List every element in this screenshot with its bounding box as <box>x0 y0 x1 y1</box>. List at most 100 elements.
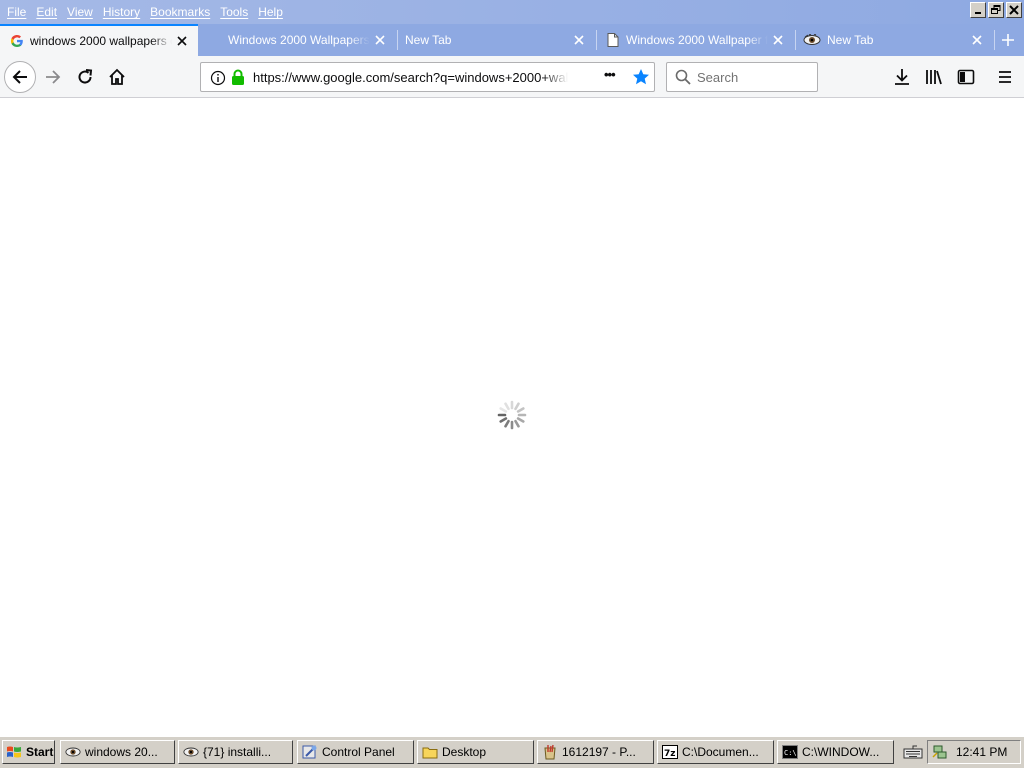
close-icon <box>1009 5 1019 15</box>
forward-button[interactable] <box>39 63 67 91</box>
menu-view[interactable]: View <box>62 5 98 19</box>
tab-close-button[interactable] <box>569 30 589 50</box>
eye-icon <box>803 33 821 47</box>
tab-title: Windows 2000 Wallpaper fr <box>626 33 768 47</box>
tab-strip: windows 2000 wallpapers dl Windows 2000 … <box>0 24 1024 56</box>
taskbar-button-desktop[interactable]: Desktop <box>417 740 534 764</box>
close-icon <box>972 35 982 45</box>
tab-new-tab-2[interactable]: New Tab <box>795 24 993 56</box>
control-panel-icon <box>302 744 318 760</box>
reload-button[interactable] <box>71 63 99 91</box>
taskbar-button-cmd[interactable]: C:\ C:\WINDOW... <box>777 740 894 764</box>
taskbar-button-label: C:\Documen... <box>682 745 759 759</box>
start-label: Start <box>26 745 54 759</box>
search-input[interactable]: Search <box>697 70 738 85</box>
url-text[interactable]: https://www.google.com/search?q=windows+… <box>253 70 568 85</box>
paint-icon <box>542 744 558 760</box>
lock-icon[interactable] <box>231 69 245 91</box>
windows-logo-icon <box>6 744 22 760</box>
taskbar-button-firefox-1[interactable]: windows 20... <box>60 740 175 764</box>
page-icon <box>606 33 620 47</box>
menu-tools[interactable]: Tools <box>215 5 253 19</box>
taskbar-button-7zip[interactable]: 7z C:\Documen... <box>657 740 774 764</box>
network-icon[interactable] <box>932 744 948 760</box>
tab-windows-2000-wallpaper-free[interactable]: Windows 2000 Wallpaper fr <box>596 24 794 56</box>
library-button[interactable] <box>920 63 948 91</box>
restore-icon <box>991 5 1001 14</box>
eye-icon <box>65 744 81 760</box>
page-content <box>0 98 1024 736</box>
tab-close-button[interactable] <box>370 30 390 50</box>
folder-icon <box>422 744 438 760</box>
close-icon <box>574 35 584 45</box>
menu-help[interactable]: Help <box>253 5 288 19</box>
taskbar: Start windows 20... {71} installi... Con… <box>0 736 1024 768</box>
eye-icon <box>183 744 199 760</box>
sidebar-icon <box>957 69 975 85</box>
close-window-button[interactable] <box>1006 2 1022 18</box>
menu-edit[interactable]: Edit <box>31 5 62 19</box>
bookmark-star-icon[interactable] <box>632 68 650 91</box>
plus-icon <box>1002 34 1014 46</box>
restore-button[interactable] <box>988 2 1004 18</box>
cmd-icon: C:\ <box>782 744 798 760</box>
taskbar-button-label: windows 20... <box>85 745 158 759</box>
close-icon <box>375 35 385 45</box>
search-icon <box>675 69 691 90</box>
tab-google-search[interactable]: windows 2000 wallpapers dl <box>0 24 198 56</box>
taskbar-button-label: C:\WINDOW... <box>802 745 880 759</box>
home-button[interactable] <box>103 63 131 91</box>
minimize-button[interactable] <box>970 2 986 18</box>
tab-title: New Tab <box>405 33 452 47</box>
taskbar-button-label: Control Panel <box>322 745 395 759</box>
tab-windows-2000-wallpapers[interactable]: Windows 2000 Wallpapers - <box>198 24 396 56</box>
tab-close-button[interactable] <box>172 31 192 51</box>
new-tab-button[interactable] <box>996 28 1020 52</box>
back-button[interactable] <box>4 61 36 93</box>
close-icon <box>773 35 783 45</box>
taskbar-button-label: Desktop <box>442 745 487 759</box>
taskbar-button-label: 1612197 - P... <box>562 745 636 759</box>
clock[interactable]: 12:41 PM <box>956 745 1007 759</box>
taskbar-button-firefox-2[interactable]: {71} installi... <box>178 740 293 764</box>
url-bar[interactable]: https://www.google.com/search?q=windows+… <box>200 62 655 92</box>
google-g-icon <box>10 34 24 48</box>
loading-spinner-icon <box>497 400 527 430</box>
tab-close-button[interactable] <box>768 30 788 50</box>
menu-bookmarks[interactable]: Bookmarks <box>145 5 215 19</box>
start-button[interactable]: Start <box>2 740 55 764</box>
tab-title: Windows 2000 Wallpapers - <box>228 33 370 47</box>
nav-toolbar: https://www.google.com/search?q=windows+… <box>0 56 1024 98</box>
tab-close-button[interactable] <box>967 30 987 50</box>
menu-history[interactable]: History <box>98 5 145 19</box>
menu-file[interactable]: File <box>2 5 31 19</box>
taskbar-button-label: {71} installi... <box>203 745 272 759</box>
search-bar[interactable]: Search <box>666 62 818 92</box>
tab-title: New Tab <box>827 33 874 47</box>
tab-separator <box>994 30 995 50</box>
menu-button[interactable] <box>991 63 1019 91</box>
library-icon <box>926 70 942 85</box>
info-icon[interactable] <box>210 70 226 91</box>
keyboard-icon[interactable] <box>903 744 923 765</box>
page-actions-button[interactable]: ••• <box>604 67 616 82</box>
sidebar-button[interactable] <box>952 63 980 91</box>
download-icon <box>895 69 909 85</box>
7zip-icon: 7z <box>662 744 678 760</box>
downloads-button[interactable] <box>888 63 916 91</box>
svg-text:7z: 7z <box>664 749 676 759</box>
minimize-icon <box>975 12 981 14</box>
system-tray: 12:41 PM <box>927 740 1021 764</box>
svg-text:C:\: C:\ <box>784 749 797 757</box>
tab-title: windows 2000 wallpapers dl <box>30 34 172 48</box>
home-icon <box>109 68 125 85</box>
close-icon <box>177 36 187 46</box>
taskbar-button-control-panel[interactable]: Control Panel <box>297 740 414 764</box>
arrow-right-icon <box>46 70 61 84</box>
arrow-left-icon <box>12 70 27 84</box>
taskbar-button-paint[interactable]: 1612197 - P... <box>537 740 654 764</box>
tab-new-tab[interactable]: New Tab <box>397 24 595 56</box>
hamburger-icon <box>999 71 1011 83</box>
menu-bar: File Edit View History Bookmarks Tools H… <box>0 0 1024 24</box>
reload-icon <box>78 69 93 84</box>
